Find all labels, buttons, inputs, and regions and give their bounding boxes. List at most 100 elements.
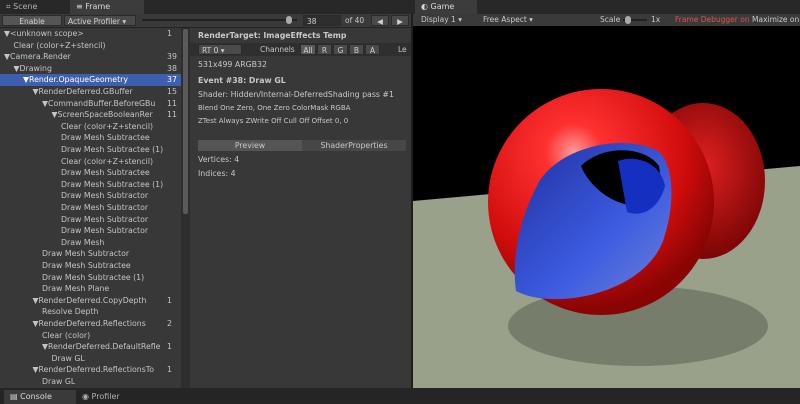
tab-shader-properties[interactable]: ShaderProperties bbox=[302, 140, 406, 151]
chevron-down-icon: ▾ bbox=[122, 17, 127, 26]
tree-row[interactable]: ▼CommandBuffer.BeforeGBu 11 bbox=[0, 98, 181, 110]
tab-scene-label: Scene bbox=[13, 2, 38, 11]
scale-label: Scale bbox=[600, 15, 621, 24]
tree-row[interactable]: Draw Mesh Subtractee bbox=[0, 260, 181, 272]
tree-row[interactable]: Clear (color+Z+stencil) bbox=[0, 156, 181, 168]
frame-debugger-status: Frame Debugger on bbox=[675, 15, 750, 24]
tree-row[interactable]: Draw Mesh Subtractee bbox=[0, 132, 181, 144]
tree-row[interactable]: Draw Mesh Subtractor bbox=[0, 202, 181, 214]
vertex-count: Vertices: 4 bbox=[198, 155, 240, 164]
tree-row-label: Draw Mesh Subtractee bbox=[61, 133, 150, 143]
tree-row-label: ▼<unknown scope> bbox=[4, 29, 84, 38]
scale-value: 1x bbox=[651, 15, 661, 24]
tree-row-label: Draw Mesh Plane bbox=[42, 284, 110, 294]
tree-row[interactable]: Clear (color+Z+stencil) bbox=[0, 121, 181, 133]
channel-r-label: R bbox=[321, 46, 328, 55]
maximize-on-play-label: Maximize on bbox=[752, 15, 800, 24]
tree-row[interactable]: Draw GL bbox=[0, 353, 181, 365]
tree-row[interactable]: Draw Mesh Subtractee (1) bbox=[0, 144, 181, 156]
tree-row[interactable]: ▼Camera.Render 39 bbox=[0, 51, 181, 63]
tree-row-label: ▼RenderDeferred.Reflections bbox=[32, 319, 146, 328]
tree-row[interactable]: Resolve Depth bbox=[0, 306, 181, 318]
event-tree: ▼<unknown scope> 1 Clear (color+Z+stencil)… bbox=[0, 28, 181, 388]
tree-row-label: ▼Drawing bbox=[13, 63, 52, 73]
profiler-dropdown[interactable]: Active Profiler ▾ bbox=[64, 15, 136, 26]
tree-row[interactable]: Draw Mesh Subtractee bbox=[0, 167, 181, 179]
tree-row[interactable]: ▼ScreenSpaceBooleanRer 11 bbox=[0, 109, 181, 121]
arrow-right-icon: ▶ bbox=[397, 17, 403, 26]
tree-row[interactable]: Draw Mesh Subtractee (1) bbox=[0, 272, 181, 284]
event-slider-handle[interactable] bbox=[286, 16, 293, 24]
tree-row-count: 11 bbox=[167, 98, 177, 108]
tree-row-label: Draw Mesh Subtractee (1) bbox=[61, 179, 164, 189]
tree-row-label: Clear (color+Z+stencil) bbox=[61, 156, 154, 166]
event-slider-track[interactable] bbox=[142, 19, 297, 21]
tab-preview[interactable]: Preview bbox=[198, 140, 302, 151]
tree-row[interactable]: ▼RenderDeferred.Reflections 2 bbox=[0, 318, 181, 330]
tree-row-label: Clear (color+Z+stencil) bbox=[61, 121, 154, 131]
tree-row[interactable]: ▼Drawing 38 bbox=[0, 63, 181, 75]
chevron-down-icon: ▾ bbox=[220, 46, 225, 55]
next-event-button[interactable]: ▶ bbox=[391, 15, 409, 26]
blend-state: Blend One Zero, One Zero ColorMask RGBA bbox=[198, 104, 351, 112]
tree-row[interactable]: ▼Render.OpaqueGeometry 37 bbox=[0, 74, 181, 86]
tab-console[interactable]: ▤ Console bbox=[4, 390, 76, 404]
tree-row[interactable]: Draw Mesh Plane bbox=[0, 283, 181, 295]
enable-button[interactable]: Enable bbox=[2, 15, 62, 26]
tab-scene[interactable]: ⌗ Scene bbox=[0, 0, 74, 14]
channel-r-button[interactable]: R bbox=[317, 44, 332, 55]
scale-slider-handle[interactable] bbox=[625, 16, 631, 24]
bottom-tab-bar: ▤ Console ◉ Profiler bbox=[0, 388, 800, 404]
tree-row[interactable]: Draw Mesh Subtractee (1) bbox=[0, 179, 181, 191]
tree-row[interactable]: Clear (color+Z+stencil) bbox=[0, 40, 181, 52]
tree-row[interactable]: ▼RenderDeferred.DefaultRefle 1 bbox=[0, 341, 181, 353]
tree-row[interactable]: Draw Mesh Subtractor bbox=[0, 190, 181, 202]
game-toolbar: Display 1 ▾ Free Aspect ▾ Scale 1x Frame… bbox=[413, 14, 800, 26]
levels-label: Le bbox=[398, 45, 407, 54]
tree-row[interactable]: ▼RenderDeferred.ReflectionsTo 1 bbox=[0, 364, 181, 376]
tab-console-label: Console bbox=[20, 392, 52, 401]
channel-a-button[interactable]: A bbox=[365, 44, 380, 55]
event-title: Event #38: Draw GL bbox=[198, 76, 286, 85]
tree-row[interactable]: ▼<unknown scope> 1 bbox=[0, 28, 181, 40]
tree-row[interactable]: Draw Mesh bbox=[0, 237, 181, 249]
tab-frame-debug[interactable]: ≡ Frame Debug bbox=[70, 0, 144, 25]
tree-row-label: ▼RenderDeferred.ReflectionsTo bbox=[32, 365, 155, 375]
tree-row[interactable]: Draw Mesh Subtractor bbox=[0, 225, 181, 237]
display-dropdown[interactable]: Display 1 ▾ bbox=[421, 15, 462, 24]
render-target-toolbar: RT 0 ▾ Channels All R G B A Le bbox=[190, 43, 411, 56]
tree-row-label: ▼RenderDeferred.GBuffer bbox=[32, 87, 133, 96]
rt-select-dropdown[interactable]: RT 0 ▾ bbox=[198, 44, 242, 55]
tree-row[interactable]: ▼RenderDeferred.GBuffer 15 bbox=[0, 86, 181, 98]
event-tree-scrollbar-thumb[interactable] bbox=[183, 29, 188, 214]
tab-profiler[interactable]: ◉ Profiler bbox=[76, 390, 148, 404]
arrow-left-icon: ◀ bbox=[377, 17, 383, 26]
tree-row-label: Draw GL bbox=[42, 377, 76, 386]
tree-row-label: Draw Mesh Subtractor bbox=[61, 191, 149, 201]
profiler-icon: ◉ bbox=[82, 392, 89, 401]
channel-g-button[interactable]: G bbox=[333, 44, 348, 55]
tree-row[interactable]: Draw Mesh Subtractor bbox=[0, 214, 181, 226]
channel-all-button[interactable]: All bbox=[300, 44, 316, 55]
game-viewport[interactable] bbox=[413, 26, 800, 388]
channel-b-label: B bbox=[353, 46, 360, 55]
tab-game[interactable]: ◐ Game bbox=[415, 0, 477, 14]
enable-button-label: Enable bbox=[19, 17, 45, 26]
tree-row-label: Draw Mesh Subtractee (1) bbox=[42, 272, 145, 282]
tree-row[interactable]: ▼RenderDeferred.CopyDepth 1 bbox=[0, 295, 181, 307]
tree-row-label: ▼Render.OpaqueGeometry bbox=[23, 75, 128, 85]
channel-b-button[interactable]: B bbox=[349, 44, 364, 55]
channel-all-label: All bbox=[303, 46, 313, 55]
tree-row-label: Draw Mesh Subtractee (1) bbox=[61, 145, 164, 154]
event-index-field[interactable]: 38 bbox=[303, 15, 341, 26]
game-tab-bar: ◐ Game bbox=[413, 0, 800, 14]
tree-row[interactable]: Draw GL bbox=[0, 376, 181, 388]
tree-row-label: Draw Mesh Subtractor bbox=[42, 249, 130, 259]
aspect-dropdown[interactable]: Free Aspect ▾ bbox=[483, 15, 533, 24]
event-details-panel: RenderTarget: ImageEffects Temp RT 0 ▾ C… bbox=[190, 28, 411, 388]
tree-row[interactable]: Clear (color) bbox=[0, 330, 181, 342]
maximize-on-play-toggle[interactable]: Maximize on bbox=[752, 15, 799, 24]
tree-row-count: 1 bbox=[167, 29, 172, 38]
prev-event-button[interactable]: ◀ bbox=[371, 15, 389, 26]
tree-row[interactable]: Draw Mesh Subtractor bbox=[0, 248, 181, 260]
